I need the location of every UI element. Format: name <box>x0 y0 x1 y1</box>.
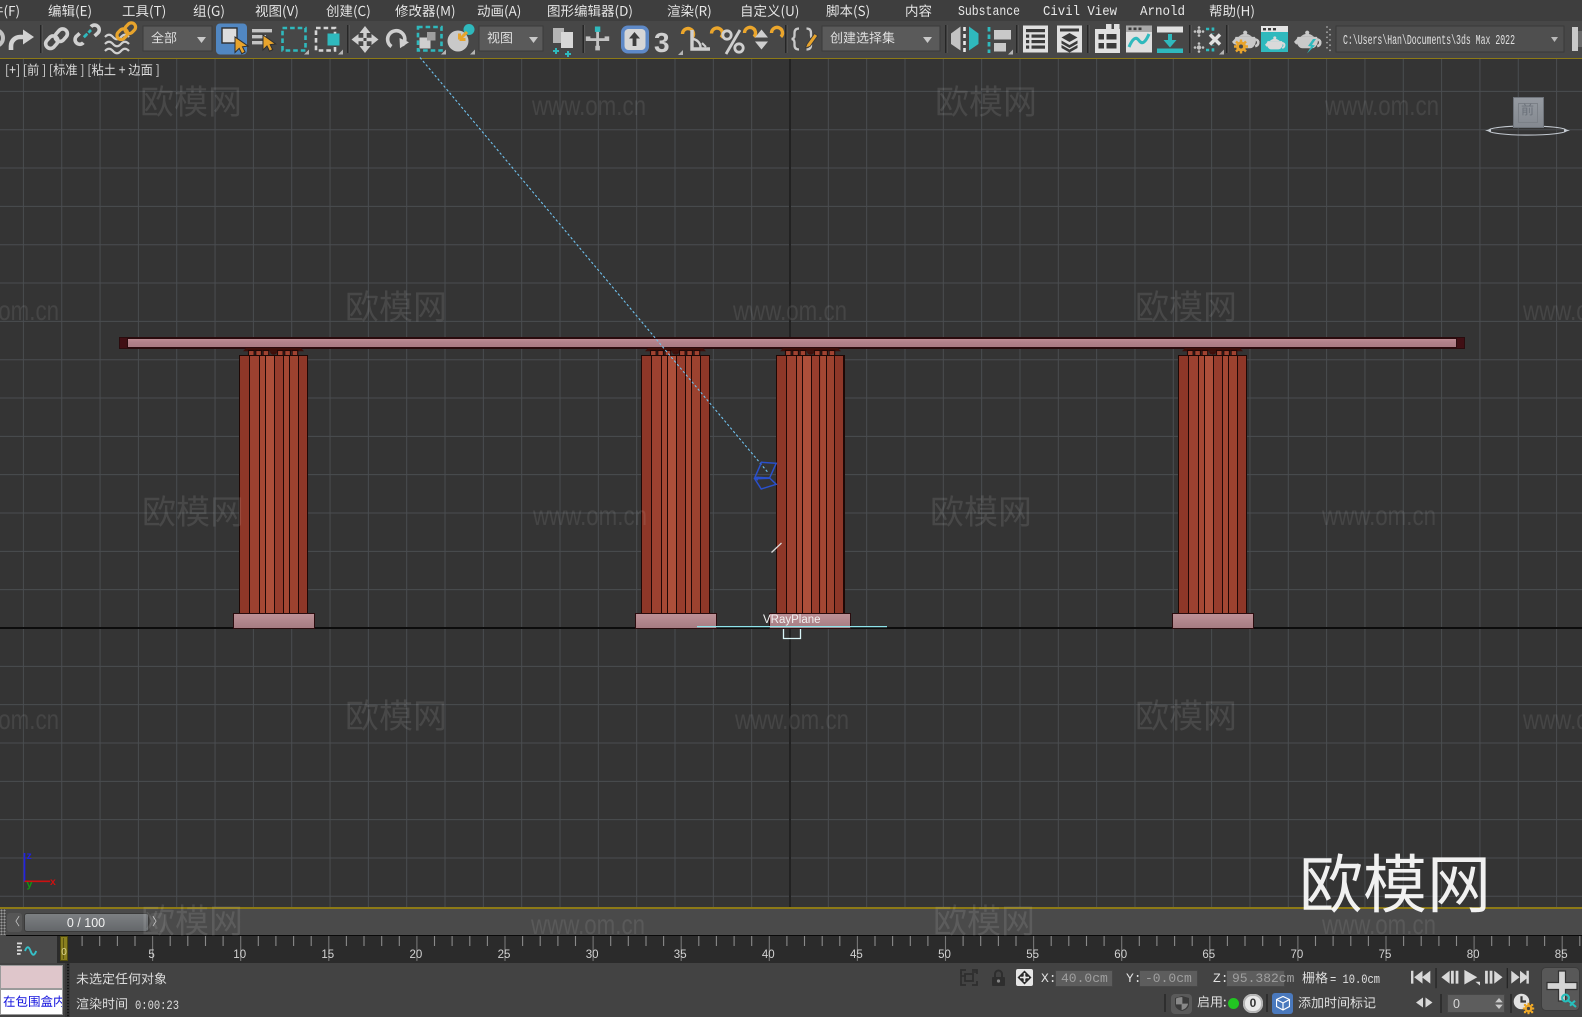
svg-text:= 10.0cm: = 10.0cm <box>1330 972 1380 987</box>
svg-text:C:\Users\Han\Documents\3ds Max: C:\Users\Han\Documents\3ds Max 2022 <box>1343 34 1515 49</box>
svg-text:3: 3 <box>654 27 670 58</box>
svg-text:0:00:23: 0:00:23 <box>135 998 179 1013</box>
